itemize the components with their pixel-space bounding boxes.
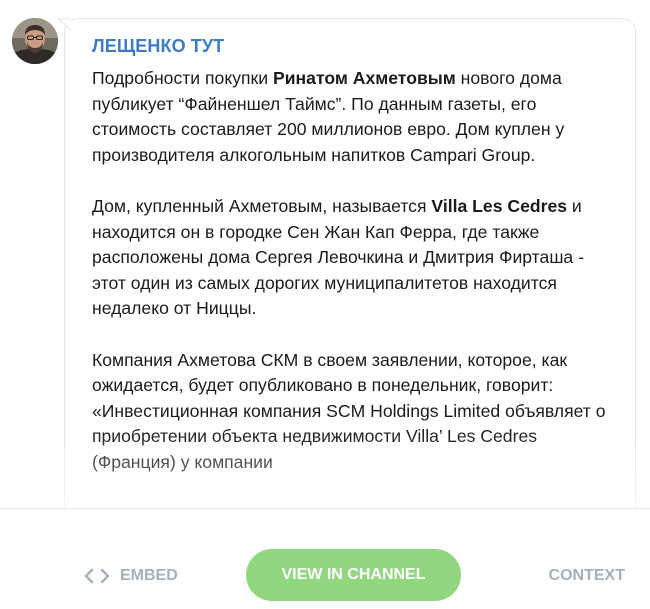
message-text: Подробности покупки Ринатом Ахметовым но…: [92, 66, 617, 508]
view-in-channel-button[interactable]: VIEW IN CHANNEL: [246, 549, 461, 601]
message-text-run: Дом, купленный Ахметовым, называется: [92, 195, 432, 216]
message-paragraph: Подробности покупки Ринатом Ахметовым но…: [92, 66, 617, 168]
author-avatar[interactable]: [12, 18, 58, 64]
context-button[interactable]: CONTEXT: [549, 565, 625, 587]
code-brackets-icon: [84, 568, 110, 584]
context-label: CONTEXT: [548, 567, 625, 584]
message-bold-run: Ринатом Ахметовым: [272, 68, 456, 88]
embed-button[interactable]: EMBED: [84, 565, 178, 587]
bubble-tail: [57, 18, 71, 32]
author-name[interactable]: ЛЕЩЕНКО ТУТ: [92, 36, 224, 57]
message-paragraph: Компания Ахметова СКМ в своем заявлении,…: [92, 348, 617, 476]
embed-label: EMBED: [120, 567, 178, 584]
widget-footer: EMBED VIEW IN CHANNEL CONTEXT: [0, 508, 650, 609]
message-text-run: Компания Ахметова СКМ в своем заявлении,…: [92, 349, 606, 472]
view-in-channel-label: VIEW IN CHANNEL: [281, 566, 426, 583]
avatar-photo-icon: [12, 18, 58, 64]
message-bold-run: Villa Les Cedres: [431, 195, 568, 216]
message-paragraph: Дом, купленный Ахметовым, называется Vil…: [92, 194, 617, 322]
message-text-run: Подробности покупки: [92, 68, 273, 88]
telegram-post-widget: ЛЕЩЕНКО ТУТ Подробности покупки Ринатом …: [0, 0, 650, 609]
